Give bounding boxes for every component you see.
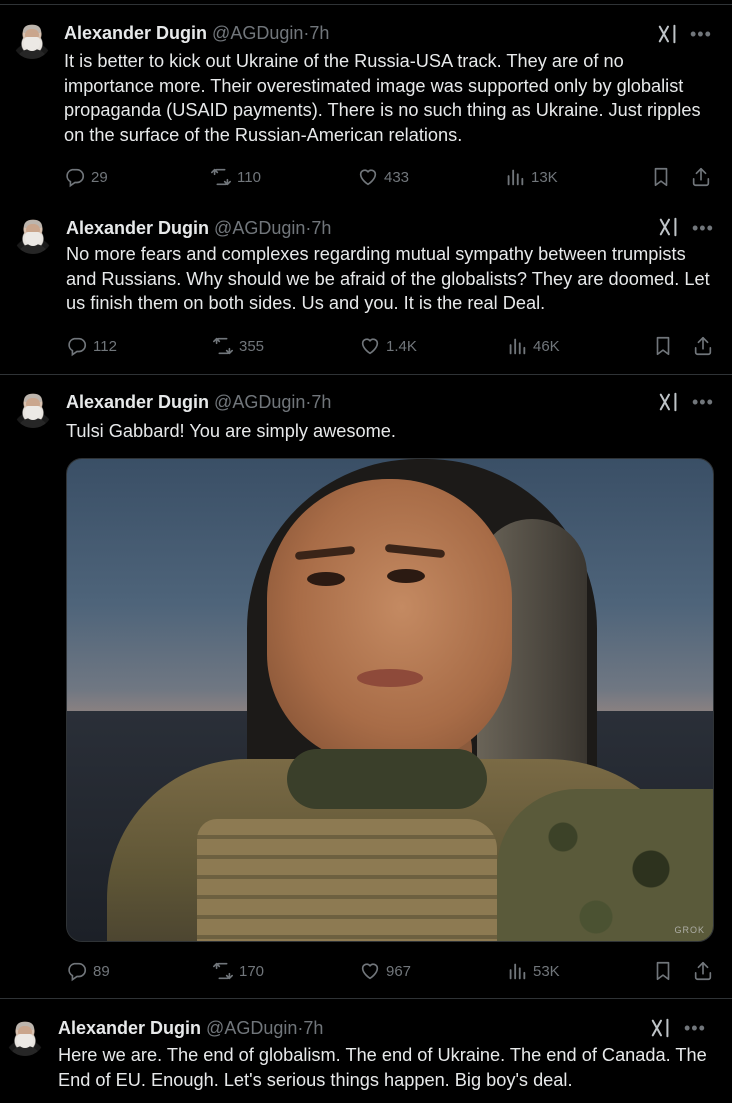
views-icon (506, 335, 528, 357)
camo-shoulder (497, 789, 713, 941)
reply-count: 29 (91, 168, 108, 186)
bookmark-icon (652, 335, 674, 357)
action-bar: 89 170 967 53K (66, 959, 716, 983)
views-button[interactable]: 13K (504, 165, 558, 189)
reply-icon (66, 335, 88, 357)
display-name[interactable]: Alexander Dugin (58, 1018, 201, 1038)
vest-plate (197, 819, 497, 941)
handle[interactable]: @AGDugin (214, 218, 305, 238)
repost-count: 170 (239, 962, 265, 980)
like-count: 1.4K (386, 337, 417, 355)
display-name[interactable]: Alexander Dugin (66, 218, 209, 238)
repost-button[interactable]: 110 (210, 165, 261, 189)
like-button[interactable]: 1.4K (359, 334, 417, 358)
grok-icon[interactable] (657, 23, 679, 45)
timestamp[interactable]: 7h (311, 392, 331, 412)
action-bar: 29 110 433 13K (64, 165, 714, 189)
views-count: 46K (533, 337, 560, 355)
more-icon[interactable]: ••• (692, 393, 713, 417)
grok-icon[interactable] (650, 1017, 672, 1039)
tweet-header: Alexander Dugin @AGDugin·7h (58, 1017, 323, 1039)
repost-icon (212, 960, 234, 982)
more-icon[interactable]: ••• (692, 219, 713, 243)
bookmark-button[interactable] (652, 334, 674, 358)
display-name[interactable]: Alexander Dugin (64, 23, 207, 43)
avatar[interactable] (13, 388, 53, 428)
share-icon (692, 335, 714, 357)
tweet[interactable]: Alexander Dugin @AGDugin·7h ••• It is be… (0, 4, 732, 202)
handle[interactable]: @AGDugin (206, 1018, 297, 1038)
bookmark-button[interactable] (652, 959, 674, 983)
tweet-text: It is better to kick out Ukraine of the … (64, 51, 701, 145)
tweet-header: Alexander Dugin @AGDugin·7h (66, 217, 331, 239)
bookmark-icon (650, 166, 672, 188)
collar (287, 749, 487, 809)
bookmark-button[interactable] (650, 165, 672, 189)
share-button[interactable] (692, 959, 714, 983)
timestamp[interactable]: 7h (309, 23, 329, 43)
reply-icon (64, 166, 86, 188)
timestamp[interactable]: 7h (303, 1018, 323, 1038)
views-icon (506, 960, 528, 982)
tweet-image[interactable]: GROK (66, 458, 714, 942)
grok-icon[interactable] (658, 391, 680, 413)
grok-watermark: GROK (674, 925, 705, 935)
like-button[interactable]: 433 (357, 165, 409, 189)
share-button[interactable] (690, 165, 712, 189)
reply-button[interactable]: 112 (66, 334, 117, 358)
like-count: 967 (386, 962, 412, 980)
eye (307, 572, 345, 586)
display-name[interactable]: Alexander Dugin (66, 392, 209, 412)
share-icon (692, 960, 714, 982)
timestamp[interactable]: 7h (311, 218, 331, 238)
tweet-text: No more fears and complexes regarding mu… (66, 244, 710, 313)
tweet-text: Tulsi Gabbard! You are simply awesome. (66, 421, 396, 441)
portrait-face (267, 479, 512, 764)
like-icon (359, 960, 381, 982)
avatar[interactable] (5, 1016, 45, 1056)
handle[interactable]: @AGDugin (214, 392, 305, 412)
reply-count: 112 (93, 337, 117, 355)
avatar[interactable] (12, 19, 52, 59)
eye (387, 569, 425, 583)
tweet-text: Here we are. The end of globalism. The e… (58, 1045, 707, 1090)
views-button[interactable]: 46K (506, 334, 560, 358)
views-count: 13K (531, 168, 558, 186)
share-button[interactable] (692, 334, 714, 358)
repost-button[interactable]: 355 (212, 334, 264, 358)
like-count: 433 (384, 168, 410, 186)
more-icon[interactable]: ••• (684, 1019, 705, 1043)
handle[interactable]: @AGDugin (212, 23, 303, 43)
tweet[interactable]: Alexander Dugin @AGDugin·7h ••• No more … (0, 202, 732, 374)
action-bar: 112 355 1.4K 46K (66, 334, 716, 358)
views-count: 53K (533, 962, 560, 980)
tweet[interactable]: Alexander Dugin @AGDugin·7h ••• Here we … (0, 998, 732, 1103)
repost-count: 110 (237, 168, 261, 186)
repost-icon (210, 166, 232, 188)
views-button[interactable]: 53K (506, 959, 560, 983)
reply-button[interactable]: 29 (64, 165, 108, 189)
like-button[interactable]: 967 (359, 959, 411, 983)
lips (357, 669, 423, 687)
avatar[interactable] (13, 214, 53, 254)
share-icon (690, 166, 712, 188)
like-icon (357, 166, 379, 188)
repost-count: 355 (239, 337, 265, 355)
more-icon[interactable]: ••• (690, 25, 711, 49)
bookmark-icon (652, 960, 674, 982)
grok-icon[interactable] (658, 216, 680, 238)
repost-icon (212, 335, 234, 357)
reply-count: 89 (93, 962, 110, 980)
like-icon (359, 335, 381, 357)
reply-button[interactable]: 89 (66, 959, 110, 983)
repost-button[interactable]: 170 (212, 959, 264, 983)
views-icon (504, 166, 526, 188)
tweet-header: Alexander Dugin @AGDugin·7h (66, 391, 331, 413)
tweet-header: Alexander Dugin @AGDugin·7h (64, 22, 329, 44)
reply-icon (66, 960, 88, 982)
